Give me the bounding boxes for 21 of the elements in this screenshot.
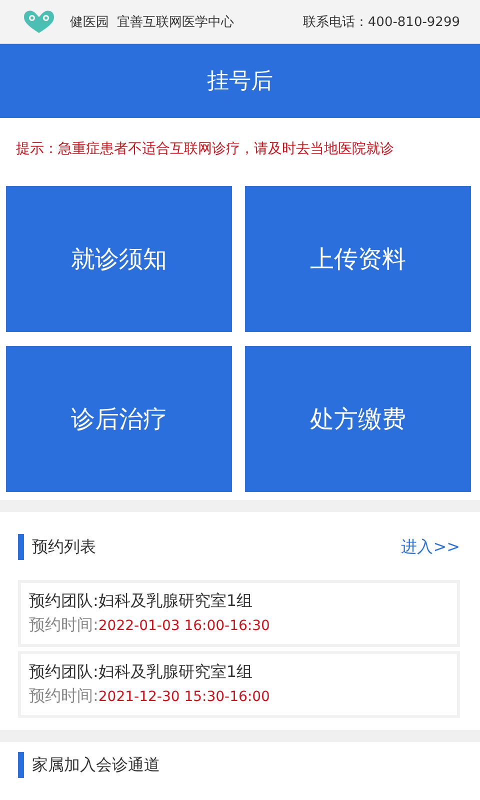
menu-tile[interactable]: 就诊须知 xyxy=(6,186,232,332)
phone-number: 联系电话：400-810-9299 xyxy=(302,14,460,30)
time-value: 2022-01-03 16:00-16:30 xyxy=(98,618,270,634)
team-text: 预约团队:妇科及乳腺研究室1组 xyxy=(29,661,254,683)
section-title: 预约列表 xyxy=(18,534,96,560)
time-label: 预约时间: xyxy=(29,686,98,705)
menu-tile[interactable]: 处方缴费 xyxy=(245,346,471,492)
time-value: 2021-12-30 15:30-16:00 xyxy=(98,689,270,705)
brand-name: 健医园 xyxy=(70,14,109,30)
menu-tile[interactable]: 诊后治疗 xyxy=(6,346,232,492)
logo-icon xyxy=(22,8,56,34)
team-text: 预约团队:妇科及乳腺研究室1组 xyxy=(29,590,254,612)
center-name: 宜善互联网医学中心 xyxy=(117,14,234,30)
enter-link[interactable]: 进入>> xyxy=(401,536,460,558)
appointment-card[interactable]: 预约团队:妇科及乳腺研究室1组 预约时间:2022-01-03 16:00-16:30 xyxy=(18,580,460,647)
title-banner: 挂号后 xyxy=(0,44,480,118)
menu-tile[interactable]: 上传资料 xyxy=(245,186,471,332)
section-title: 家属加入会诊通道 xyxy=(18,752,160,778)
notice-text: 提示：急重症患者不适合互联网诊疗，请及时去当地医院就诊 xyxy=(15,140,395,159)
appointment-card[interactable]: 预约团队:妇科及乳腺研究室1组 预约时间:2021-12-30 15:30-16:00 xyxy=(18,651,460,718)
time-label: 预约时间: xyxy=(29,615,98,634)
